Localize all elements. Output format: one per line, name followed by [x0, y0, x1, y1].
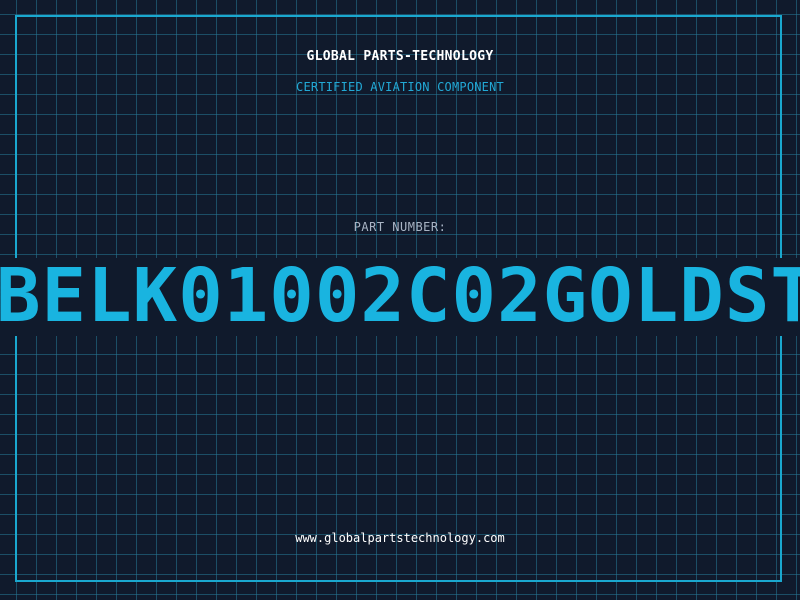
- part-label-card: GLOBAL PARTS-TECHNOLOGY CERTIFIED AVIATI…: [0, 0, 800, 600]
- part-number-label: PART NUMBER:: [353, 220, 447, 234]
- company-name: GLOBAL PARTS-TECHNOLOGY: [306, 49, 494, 64]
- part-number-value: BELK01002C02GOLDST: [0, 258, 800, 336]
- certification-tagline: CERTIFIED AVIATION COMPONENT: [296, 80, 504, 94]
- website-url: www.globalpartstechnology.com: [295, 531, 505, 545]
- part-number-band: BELK01002C02GOLDST: [0, 258, 800, 336]
